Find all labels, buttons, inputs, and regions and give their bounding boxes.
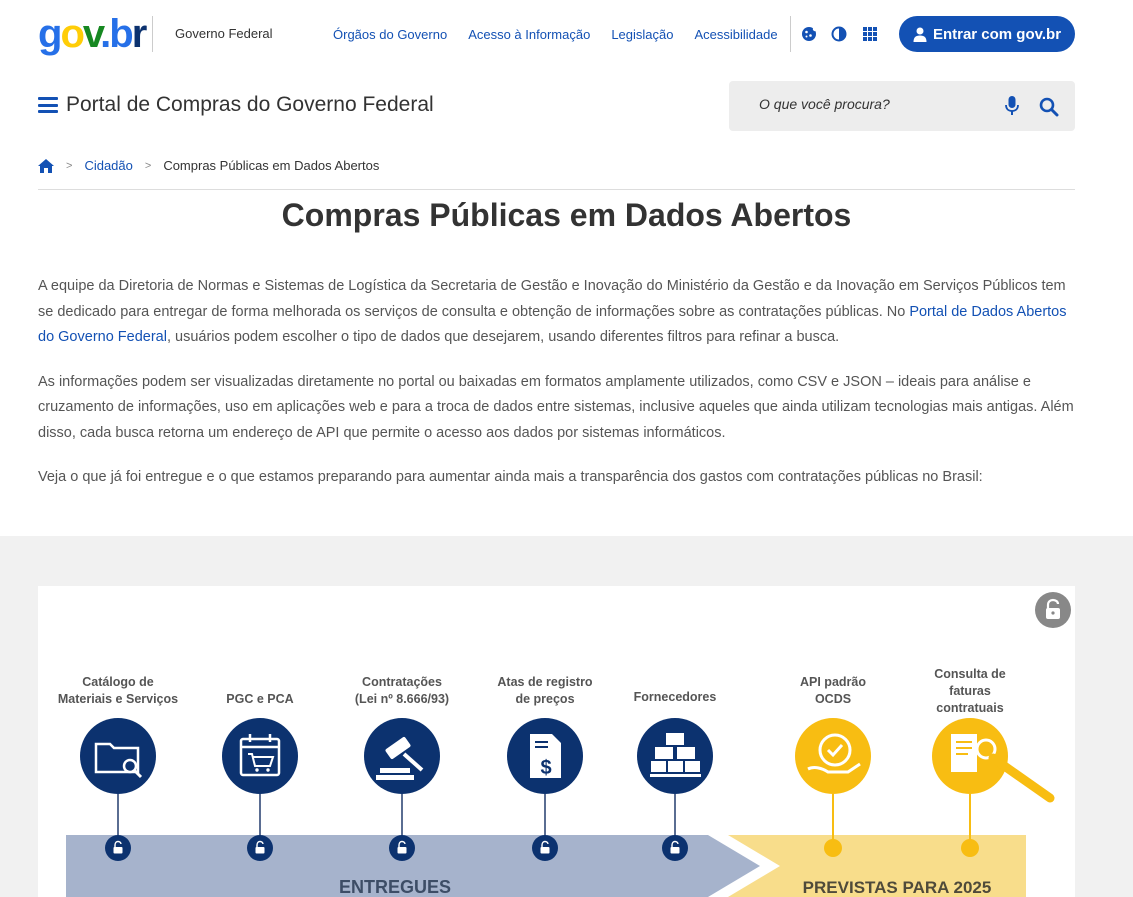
page-title: Compras Públicas em Dados Abertos (281, 197, 852, 233)
timeline-graphic: ENTREGUES PREVISTAS PARA 2025 $ (66, 718, 1055, 897)
user-icon (913, 27, 927, 42)
breadcrumb-cidadao[interactable]: Cidadão (84, 158, 132, 173)
intro-paragraph: A equipe da Diretoria de Normas e Sistem… (38, 274, 1078, 351)
link-orgaos[interactable]: Órgãos do Governo (333, 27, 447, 42)
home-icon[interactable] (38, 158, 54, 173)
contrast-icon[interactable] (831, 26, 847, 42)
label-atas: Atas de registro de preços (497, 675, 593, 706)
link-acesso-informacao[interactable]: Acesso à Informação (468, 27, 590, 42)
intro-text-end: , usuários podem escolher o tipo de dado… (166, 329, 840, 345)
chevron-right-icon: > (66, 159, 73, 172)
apps-grid-icon[interactable] (862, 26, 878, 42)
login-label: Entrar com gov.br (932, 25, 1062, 43)
link-legislacao[interactable]: Legislação (611, 27, 673, 42)
microphone-icon[interactable] (1005, 96, 1019, 116)
government-label: Governo Federal (175, 26, 273, 41)
govbr-logo[interactable]: gov.br (38, 12, 147, 56)
divider (38, 189, 1075, 190)
breadcrumb: > Cidadão > Compras Públicas em Dados Ab… (38, 158, 379, 173)
label-pgc-pca: PGC e PCA (226, 692, 294, 706)
page-content: A equipe da Diretoria de Normas e Sistem… (38, 274, 1078, 510)
top-links: Órgãos do Governo Acesso à Informação Le… (333, 27, 778, 42)
login-button[interactable]: Entrar com gov.br (899, 16, 1075, 52)
planned-label: PREVISTAS PARA 2025 (803, 878, 992, 897)
search-input[interactable] (759, 96, 989, 112)
chevron-right-icon: > (144, 159, 152, 172)
menu-icon[interactable] (38, 97, 58, 113)
label-contratacoes: Contratações (Lei nº 8.666/93) (354, 675, 450, 706)
label-api-ocds: API padrão OCDS (800, 675, 866, 706)
label-fornecedores: Fornecedores (633, 690, 717, 704)
search-box (729, 81, 1075, 131)
label-faturas: Consulta de faturas contratuais (934, 667, 1006, 715)
search-icon[interactable] (1039, 97, 1059, 117)
top-header: gov.br Governo Federal Órgãos do Governo… (0, 0, 1133, 70)
portal-title[interactable]: Portal de Compras do Governo Federal (66, 93, 434, 117)
header-divider-2 (790, 16, 791, 52)
label-catalogo: Catálogo de Materiais e Serviços (57, 675, 179, 706)
infographic: ENTREGUES PREVISTAS PARA 2025 $ Catálogo… (38, 586, 1075, 897)
link-acessibilidade[interactable]: Acessibilidade (694, 27, 777, 42)
roadmap-paragraph: Veja o que já foi entregue e o que estam… (38, 469, 983, 485)
formats-paragraph: As informações podem ser visualizadas di… (38, 373, 1074, 441)
portal-header: Portal de Compras do Governo Federal (0, 80, 1133, 132)
cookie-icon[interactable] (801, 26, 817, 42)
header-divider (152, 16, 153, 52)
svg-text:$: $ (540, 757, 551, 779)
delivered-label: ENTREGUES (339, 877, 451, 897)
breadcrumb-current: Compras Públicas em Dados Abertos (163, 158, 380, 173)
